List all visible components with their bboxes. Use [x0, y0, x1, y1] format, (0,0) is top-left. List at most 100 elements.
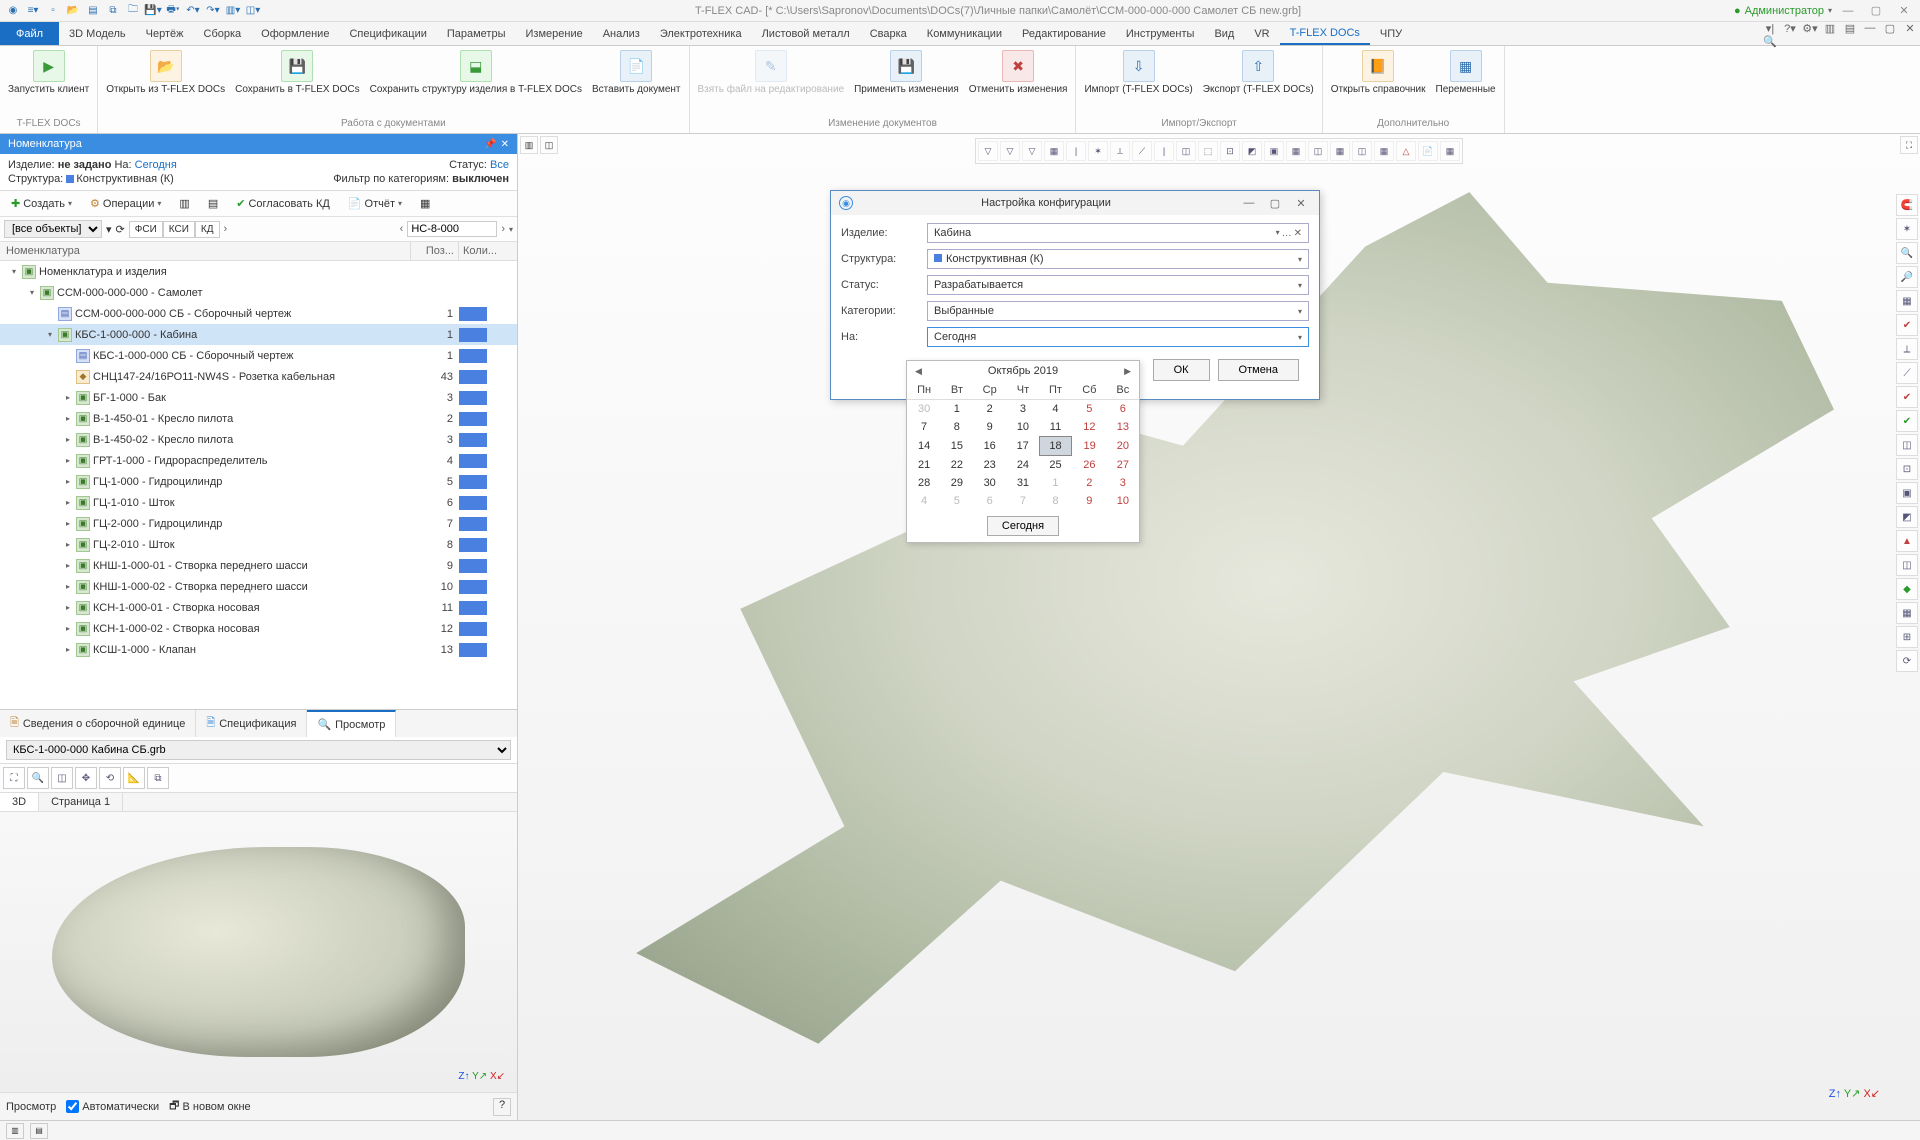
vt-face-icon[interactable]: ▣: [1264, 141, 1284, 161]
vt-b20[interactable]: 📄: [1418, 141, 1438, 161]
vs-zoomfit-icon[interactable]: 🔍: [1896, 242, 1918, 264]
app-icon[interactable]: ◉: [4, 2, 22, 20]
cal-day[interactable]: 30: [907, 400, 941, 419]
vs-b16[interactable]: ◫: [1896, 554, 1918, 576]
cal-day[interactable]: 12: [1072, 418, 1107, 437]
pin-icon[interactable]: 📌: [484, 139, 496, 150]
crumb-prev-icon[interactable]: ‹: [400, 223, 404, 235]
expand-icon[interactable]: ▸: [63, 582, 73, 591]
cal-day[interactable]: 11: [1039, 418, 1072, 437]
vs-b6[interactable]: ✔: [1896, 314, 1918, 336]
report-button[interactable]: 📄Отчёт: [341, 194, 409, 213]
qat-save2-icon[interactable]: ⧉: [104, 2, 122, 20]
expand-icon[interactable]: ▾: [9, 267, 19, 276]
vs-zoomin-icon[interactable]: 🔎: [1896, 266, 1918, 288]
vs-b11[interactable]: ◫: [1896, 434, 1918, 456]
cal-day[interactable]: 8: [1039, 492, 1072, 510]
vs-b13[interactable]: ▣: [1896, 482, 1918, 504]
expand-icon[interactable]: ▸: [63, 519, 73, 528]
cal-prev-icon[interactable]: ◀: [915, 366, 922, 377]
ribbon-tab[interactable]: Инструменты: [1116, 22, 1205, 45]
vt-filter-icon[interactable]: ▽: [978, 141, 998, 161]
vs-b19[interactable]: ⊞: [1896, 626, 1918, 648]
help-icon[interactable]: ?▾: [1780, 22, 1800, 45]
cal-day[interactable]: 4: [1039, 400, 1072, 419]
cal-day[interactable]: 7: [1007, 492, 1039, 510]
vs-b18[interactable]: ▦: [1896, 602, 1918, 624]
ribbon-tab[interactable]: Анализ: [593, 22, 650, 45]
pv-extra-icon[interactable]: ⧉: [147, 767, 169, 789]
pf-view[interactable]: Просмотр: [6, 1101, 56, 1113]
tree-row[interactable]: ▸▣КСШ-1-000 - Клапан13: [0, 639, 517, 660]
tree-row[interactable]: ▾▣Номенклатура и изделия: [0, 261, 517, 282]
filter-chip[interactable]: КСИ: [163, 221, 195, 238]
expand-icon[interactable]: ▸: [63, 477, 73, 486]
expand-icon[interactable]: ▸: [63, 456, 73, 465]
btab-spec[interactable]: 🗎Спецификация: [196, 710, 307, 737]
ribbon-tab[interactable]: Измерение: [516, 22, 593, 45]
qat-new-icon[interactable]: ▫: [44, 2, 62, 20]
cal-day[interactable]: 3: [1007, 400, 1039, 419]
cal-day[interactable]: 8: [941, 418, 972, 437]
panel-close-icon[interactable]: ✕: [501, 139, 509, 150]
dialog-minimize-icon[interactable]: —: [1239, 197, 1259, 209]
breadcrumb-field[interactable]: [407, 221, 497, 237]
operations-button[interactable]: ⚙Операции: [83, 194, 168, 213]
panel2-icon[interactable]: ▤: [1840, 22, 1860, 45]
vt-snap3-icon[interactable]: ⟋: [1132, 141, 1152, 161]
dialog-maximize-icon[interactable]: ▢: [1265, 197, 1285, 210]
tb-icon3[interactable]: ▦: [413, 194, 437, 213]
tree-row[interactable]: ▸▣КСН-1-000-02 - Створка носовая12: [0, 618, 517, 639]
cal-day[interactable]: 14: [907, 437, 941, 456]
cal-day[interactable]: 1: [941, 400, 972, 419]
pf-newwin[interactable]: 🗗В новом окне: [169, 1097, 251, 1116]
expand-icon[interactable]: ▸: [63, 561, 73, 570]
cal-day[interactable]: 15: [941, 437, 972, 456]
objects-select[interactable]: [все объекты]: [4, 220, 102, 238]
vt-b15[interactable]: ◫: [1308, 141, 1328, 161]
vt-b21[interactable]: ▦: [1440, 141, 1460, 161]
cal-day[interactable]: 26: [1072, 456, 1107, 475]
qat-windows-icon[interactable]: ▤: [84, 2, 102, 20]
apply-changes-button[interactable]: 💾Применить изменения: [850, 48, 963, 98]
tree-row[interactable]: ▾▣ССМ-000-000-000 - Самолет: [0, 282, 517, 303]
tree-row[interactable]: ▸▣КНШ-1-000-02 - Створка переднего шасси…: [0, 576, 517, 597]
tree-row[interactable]: ▸▣ГЦ-2-000 - Гидроцилиндр7: [0, 513, 517, 534]
col-kol[interactable]: Коли...: [459, 242, 517, 260]
qat-redo-icon[interactable]: ↷▾: [204, 2, 222, 20]
file-tab[interactable]: Файл: [0, 22, 59, 45]
tree-row[interactable]: ▤КБС-1-000-000 СБ - Сборочный чертеж1: [0, 345, 517, 366]
cal-next-icon[interactable]: ▶: [1124, 366, 1131, 377]
ribbon-tab[interactable]: VR: [1244, 22, 1279, 45]
vs-b17[interactable]: ◆: [1896, 578, 1918, 600]
settings-icon[interactable]: ⚙▾: [1800, 22, 1820, 45]
cal-month-label[interactable]: Октябрь 2019: [988, 365, 1058, 377]
tree-row[interactable]: ▸▣В-1-450-01 - Кресло пилота2: [0, 408, 517, 429]
minimize-button[interactable]: —: [1836, 5, 1860, 17]
ribbon-tab[interactable]: T-FLEX DOCs: [1280, 22, 1370, 45]
cal-day[interactable]: 4: [907, 492, 941, 510]
cal-day[interactable]: 6: [1107, 400, 1139, 419]
cal-day[interactable]: 29: [941, 474, 972, 492]
cal-day[interactable]: 19: [1072, 437, 1107, 456]
vt-b16[interactable]: ▦: [1330, 141, 1350, 161]
qat-tree-icon[interactable]: ▥▾: [224, 2, 242, 20]
cal-day[interactable]: 5: [1072, 400, 1107, 419]
cal-day[interactable]: 30: [973, 474, 1007, 492]
vp-tree-icon[interactable]: ▥: [520, 136, 538, 154]
field-izdelie[interactable]: Кабина▾…✕: [927, 223, 1309, 243]
expand-icon[interactable]: ▸: [63, 435, 73, 444]
maximize-button[interactable]: ▢: [1864, 4, 1888, 17]
cancel-button[interactable]: Отмена: [1218, 359, 1299, 381]
ribbon-tab[interactable]: Оформление: [251, 22, 339, 45]
pv-select-icon[interactable]: ◫: [51, 767, 73, 789]
today-button[interactable]: Сегодня: [987, 516, 1059, 536]
tree-row[interactable]: ▸▣БГ-1-000 - Бак3: [0, 387, 517, 408]
col-name[interactable]: Номенклатура: [0, 242, 411, 260]
chip-next-icon[interactable]: ›: [224, 223, 228, 235]
viewport-maximize-icon[interactable]: ⛶: [1900, 136, 1918, 154]
tb-icon2[interactable]: ▤: [201, 194, 225, 213]
ribbon-tab[interactable]: Листовой металл: [752, 22, 860, 45]
tree-row[interactable]: ▸▣В-1-450-02 - Кресло пилота3: [0, 429, 517, 450]
vs-b15[interactable]: ▲: [1896, 530, 1918, 552]
